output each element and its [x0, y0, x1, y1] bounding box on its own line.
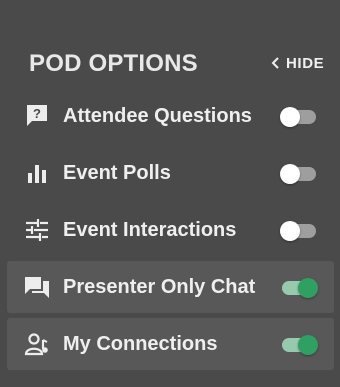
option-label: Presenter Only Chat — [63, 276, 256, 298]
hide-button[interactable]: HIDE — [271, 52, 324, 74]
bar-chart-icon — [28, 165, 46, 183]
option-label: My Connections — [63, 333, 218, 355]
event-interactions-toggle[interactable] — [280, 221, 318, 241]
my-connections-toggle[interactable] — [280, 335, 318, 355]
panel-header: POD OPTIONS HIDE — [29, 50, 329, 78]
hide-label: HIDE — [286, 54, 325, 72]
sliders-icon — [26, 219, 48, 241]
option-label: Event Interactions — [63, 219, 237, 241]
question-bubble-icon: ? — [27, 105, 47, 126]
svg-text:?: ? — [33, 106, 41, 121]
attendee-questions-toggle[interactable] — [280, 107, 318, 127]
panel-title: POD OPTIONS — [29, 50, 198, 77]
option-event-interactions: Event Interactions — [7, 204, 334, 256]
option-label: Attendee Questions — [63, 105, 252, 127]
chevron-left-icon — [271, 57, 279, 69]
option-attendee-questions: ? Attendee Questions — [7, 90, 334, 142]
option-my-connections: My Connections — [7, 318, 334, 370]
option-presenter-only-chat: Presenter Only Chat — [7, 261, 334, 313]
option-event-polls: Event Polls — [7, 147, 334, 199]
option-label: Event Polls — [63, 162, 171, 184]
pod-options-panel: POD OPTIONS HIDE ? Attendee Questions Ev… — [0, 0, 340, 387]
user-connections-icon — [24, 333, 48, 356]
event-polls-toggle[interactable] — [280, 164, 318, 184]
presenter-only-chat-toggle[interactable] — [280, 278, 318, 298]
chat-icon — [25, 277, 49, 298]
